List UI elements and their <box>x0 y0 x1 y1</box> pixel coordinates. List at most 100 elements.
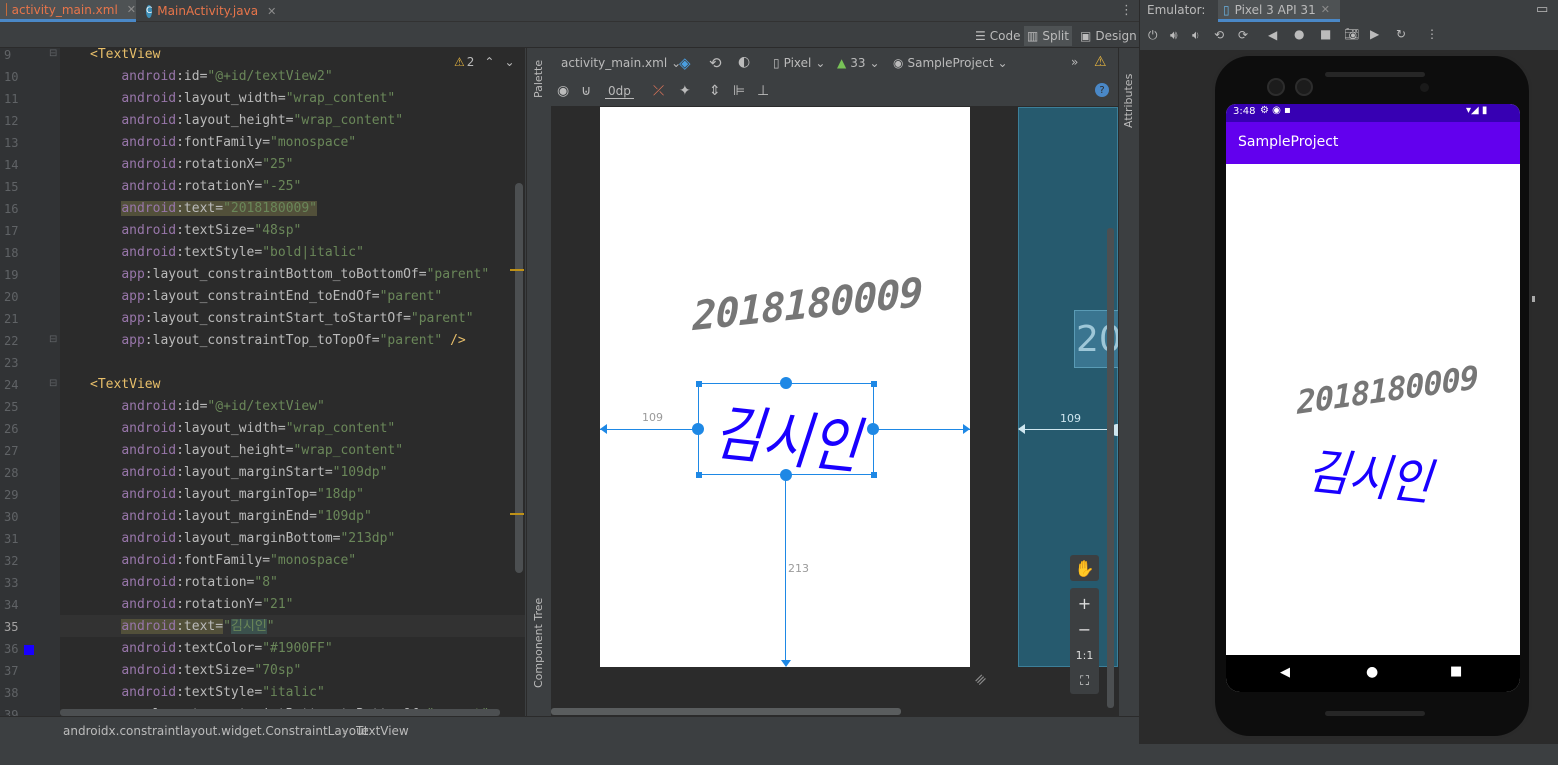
emulator-screen[interactable]: 3:48 ⚙ ◉ ▪ ▾◢ ▮ SampleProject 2018180009… <box>1226 104 1520 692</box>
resize-handle[interactable] <box>871 381 877 387</box>
magnet-icon[interactable]: ⊍ <box>581 83 591 99</box>
constraint-anchor[interactable] <box>780 377 792 389</box>
horizontal-scrollbar[interactable] <box>60 709 500 716</box>
line-number: 22 <box>4 334 19 348</box>
night-mode-icon[interactable]: ◐ <box>738 54 750 70</box>
design-mode-button[interactable]: ▣ Design <box>1077 26 1140 46</box>
front-camera-icon <box>1295 78 1313 96</box>
home-icon[interactable]: ● <box>1294 27 1304 41</box>
more-icon[interactable]: ⋮ <box>1426 27 1438 41</box>
overview-icon[interactable]: ■ <box>1450 664 1462 679</box>
component-tree-tab[interactable]: Component Tree <box>532 598 545 688</box>
tab-main-activity-java[interactable]: C MainActivity.java ✕ <box>146 0 276 22</box>
layout-file-dropdown[interactable]: activity_main.xml ⌄ <box>561 56 681 70</box>
editor-tab-bar: activity_main.xml ✕ C MainActivity.java … <box>0 0 1139 22</box>
color-swatch-icon[interactable] <box>24 645 34 655</box>
line-number: 17 <box>4 224 19 238</box>
default-margin-field[interactable]: 0dp <box>605 84 634 99</box>
line-number: 38 <box>4 686 19 700</box>
blueprint-preview[interactable]: 20 109 <box>1018 107 1123 667</box>
more-icon[interactable]: ⋮ <box>1120 3 1133 18</box>
tab-activity-main-xml[interactable]: activity_main.xml ✕ <box>0 0 136 22</box>
back-icon[interactable]: ◀ <box>1268 28 1277 42</box>
volume-up-icon[interactable]: 🔊︎ <box>1170 28 1178 43</box>
eye-icon[interactable]: ◉ <box>557 83 569 99</box>
app-title: SampleProject <box>1238 134 1339 150</box>
canvas-horizontal-scrollbar[interactable] <box>551 708 901 715</box>
design-preview-screen[interactable]: 2018180009 김시인 109 213 <box>600 107 970 667</box>
app-bar: SampleProject <box>1226 122 1520 164</box>
palette-tab[interactable]: Palette <box>532 60 545 98</box>
code-editor[interactable]: <TextView android:id="@+id/textView2" an… <box>60 48 525 716</box>
zoom-actual-size-button[interactable]: 1:1 <box>1070 642 1099 668</box>
code-text[interactable]: <TextView android:id="@+id/textView2" an… <box>90 48 489 716</box>
selection-box[interactable] <box>698 383 874 475</box>
chevron-down-icon[interactable]: ⌄ <box>504 55 514 69</box>
warning-indicator[interactable]: ⚠ 2 ⌃ ⌄ <box>454 55 515 69</box>
resize-handle[interactable] <box>871 472 877 478</box>
theme-dropdown[interactable]: ◉ SampleProject ⌄ <box>893 56 1008 70</box>
overview-icon[interactable]: ■ <box>1320 27 1331 41</box>
pan-icon[interactable]: ✋ <box>1070 555 1099 581</box>
fold-icon[interactable]: ⊟ <box>49 378 57 389</box>
camera-icon[interactable]: 📷︎ <box>1344 27 1359 41</box>
resize-handle[interactable] <box>696 381 702 387</box>
zoom-fit-icon[interactable]: ⛶ <box>1070 668 1099 694</box>
textview2-preview[interactable]: 2018180009 <box>693 270 923 340</box>
orientation-icon[interactable]: ⟲ <box>709 54 722 72</box>
emulator-textview2[interactable]: 2018180009 <box>1296 358 1478 422</box>
breadcrumb-item[interactable]: TextView <box>356 724 409 738</box>
record-icon[interactable]: ▶ <box>1370 27 1379 41</box>
close-icon[interactable]: ✕ <box>267 5 276 18</box>
device-dropdown[interactable]: ▯ Pixel ⌄ <box>773 56 825 70</box>
sensor <box>1420 83 1429 92</box>
rotate-left-icon[interactable]: ⟲ <box>1214 28 1224 42</box>
phone-icon: ▯ <box>1223 2 1230 17</box>
volume-down-icon[interactable]: 🔉︎ <box>1192 28 1200 43</box>
zoom-out-icon[interactable]: − <box>1070 616 1099 642</box>
line-number: 29 <box>4 488 19 502</box>
line-number: 15 <box>4 180 19 194</box>
emulator-textview[interactable]: 김시인 <box>1304 431 1435 516</box>
zoom-in-icon[interactable]: + <box>1070 590 1099 616</box>
guidelines-icon[interactable]: ⇕ <box>709 83 721 99</box>
phone-icon: ▯ <box>773 56 780 70</box>
power-icon[interactable]: ⏻ <box>1148 28 1158 43</box>
emulator-label: Emulator: <box>1147 3 1206 17</box>
fold-icon[interactable]: ⊟ <box>49 334 57 345</box>
warning-icon[interactable]: ⚠ <box>1094 54 1107 70</box>
home-icon[interactable]: ● <box>1366 664 1378 680</box>
code-mode-button[interactable]: ☰ Code <box>972 26 1024 46</box>
baseline-icon[interactable]: ⊥ <box>757 83 769 99</box>
attributes-tab[interactable]: Attributes <box>1122 74 1135 128</box>
snapshot-icon[interactable]: ↻ <box>1396 27 1406 41</box>
back-icon[interactable]: ◀ <box>1280 665 1290 680</box>
line-number: 23 <box>4 356 19 370</box>
overflow-icon[interactable]: » <box>1071 55 1078 69</box>
close-icon[interactable]: ✕ <box>127 3 136 16</box>
line-number: 14 <box>4 158 19 172</box>
warning-marker[interactable] <box>510 513 524 515</box>
chevron-up-icon[interactable]: ⌃ <box>484 55 494 69</box>
resize-handle[interactable] <box>696 472 702 478</box>
line-number: 9 <box>4 48 12 62</box>
close-icon[interactable]: ✕ <box>1321 3 1330 16</box>
clear-constraints-icon[interactable]: ⤫ <box>653 83 664 99</box>
window-icon[interactable]: ▭ <box>1536 2 1548 17</box>
rotate-right-icon[interactable]: ⟳ <box>1238 28 1248 42</box>
line-number: 20 <box>4 290 19 304</box>
emulator-device-tab[interactable]: ▯ Pixel 3 API 31 ✕ <box>1218 0 1340 22</box>
help-icon[interactable]: ? <box>1095 83 1109 97</box>
split-mode-button[interactable]: ▥ Split <box>1024 26 1072 46</box>
fold-icon[interactable]: ⊟ <box>49 48 57 59</box>
align-icon[interactable]: ⊫ <box>733 83 745 99</box>
constraint-anchor[interactable] <box>780 469 792 481</box>
infer-constraints-icon[interactable]: ✦ <box>679 83 691 99</box>
warning-marker[interactable] <box>510 269 524 271</box>
design-toolbar: activity_main.xml ⌄ ◈ ⟲ ◐ ▯ Pixel ⌄ ▲ 33 ⌄ ◉ S… <box>551 48 1118 78</box>
canvas-vertical-scrollbar[interactable] <box>1107 228 1114 708</box>
line-number: 18 <box>4 246 19 260</box>
breadcrumb-item[interactable]: androidx.constraintlayout.widget.Constra… <box>63 724 368 738</box>
layers-icon[interactable]: ◈ <box>679 54 691 72</box>
api-dropdown[interactable]: ▲ 33 ⌄ <box>837 56 880 70</box>
